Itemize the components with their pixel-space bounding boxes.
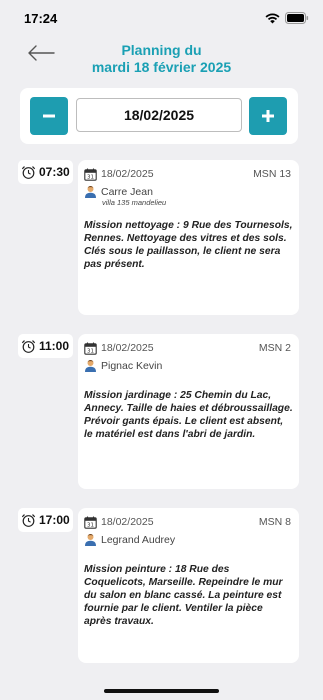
appointment-date: 18/02/2025 bbox=[101, 516, 154, 528]
appointment-time: 07:30 bbox=[18, 160, 73, 184]
client-name: Pignac Kevin bbox=[101, 359, 163, 372]
alarm-clock-icon bbox=[21, 339, 36, 353]
page-title: Planning du mardi 18 février 2025 bbox=[70, 42, 253, 76]
svg-text:31: 31 bbox=[87, 174, 94, 180]
calendar-icon: 31 bbox=[84, 168, 97, 181]
appointment-time: 11:00 bbox=[18, 334, 73, 358]
home-indicator[interactable] bbox=[104, 689, 219, 693]
date-navigation-bar: 18/02/2025 bbox=[20, 88, 298, 144]
client-address: villa 135 mandelieu bbox=[102, 198, 167, 207]
arrow-left-icon[interactable] bbox=[26, 44, 56, 62]
person-icon bbox=[85, 186, 96, 198]
alarm-clock-icon bbox=[21, 165, 36, 179]
msn-label: MSN 13 bbox=[253, 168, 291, 180]
time-label: 07:30 bbox=[39, 165, 70, 179]
previous-day-button[interactable] bbox=[30, 97, 68, 135]
date-field[interactable]: 18/02/2025 bbox=[76, 98, 242, 132]
status-icons bbox=[265, 12, 309, 24]
time-label: 17:00 bbox=[39, 513, 70, 527]
client-name: Carre Jean bbox=[101, 185, 153, 198]
client-name: Legrand Audrey bbox=[101, 533, 176, 546]
mission-description: Mission jardinage : 25 Chemin du Lac, An… bbox=[84, 390, 293, 440]
alarm-clock-icon bbox=[21, 513, 36, 527]
minus-icon bbox=[43, 114, 55, 118]
msn-label: MSN 2 bbox=[258, 342, 291, 354]
calendar-icon: 31 bbox=[84, 516, 97, 529]
appointment-card[interactable]: 31 18/02/2025 MSN 8 Legrand Audrey Missi… bbox=[78, 508, 299, 663]
svg-text:31: 31 bbox=[87, 522, 94, 528]
appointment-time: 17:00 bbox=[18, 508, 73, 532]
plus-icon bbox=[262, 110, 274, 122]
svg-text:31: 31 bbox=[87, 348, 94, 354]
time-label: 11:00 bbox=[39, 339, 70, 353]
appointment-date: 18/02/2025 bbox=[101, 168, 154, 180]
appointment-date: 18/02/2025 bbox=[101, 342, 154, 354]
wifi-icon bbox=[265, 13, 280, 23]
mission-description: Mission nettoyage : 9 Rue des Tournesols… bbox=[84, 220, 293, 270]
status-bar: 17:24 bbox=[0, 0, 323, 38]
person-icon bbox=[85, 360, 96, 372]
person-icon bbox=[85, 534, 96, 546]
page-title-line2: mardi 18 février 2025 bbox=[91, 59, 232, 75]
mission-description: Mission peinture : 18 Rue des Coquelicot… bbox=[84, 564, 283, 627]
appointment-card[interactable]: 31 18/02/2025 MSN 13 Carre Jean villa 13… bbox=[78, 160, 299, 315]
next-day-button[interactable] bbox=[249, 97, 287, 135]
msn-label: MSN 8 bbox=[258, 516, 291, 528]
appointment-card[interactable]: 31 18/02/2025 MSN 2 Pignac Kevin Mission… bbox=[78, 334, 299, 489]
status-time: 17:24 bbox=[24, 11, 58, 26]
battery-icon bbox=[285, 12, 309, 24]
calendar-icon: 31 bbox=[84, 342, 97, 355]
page-title-line1: Planning du bbox=[121, 42, 202, 58]
